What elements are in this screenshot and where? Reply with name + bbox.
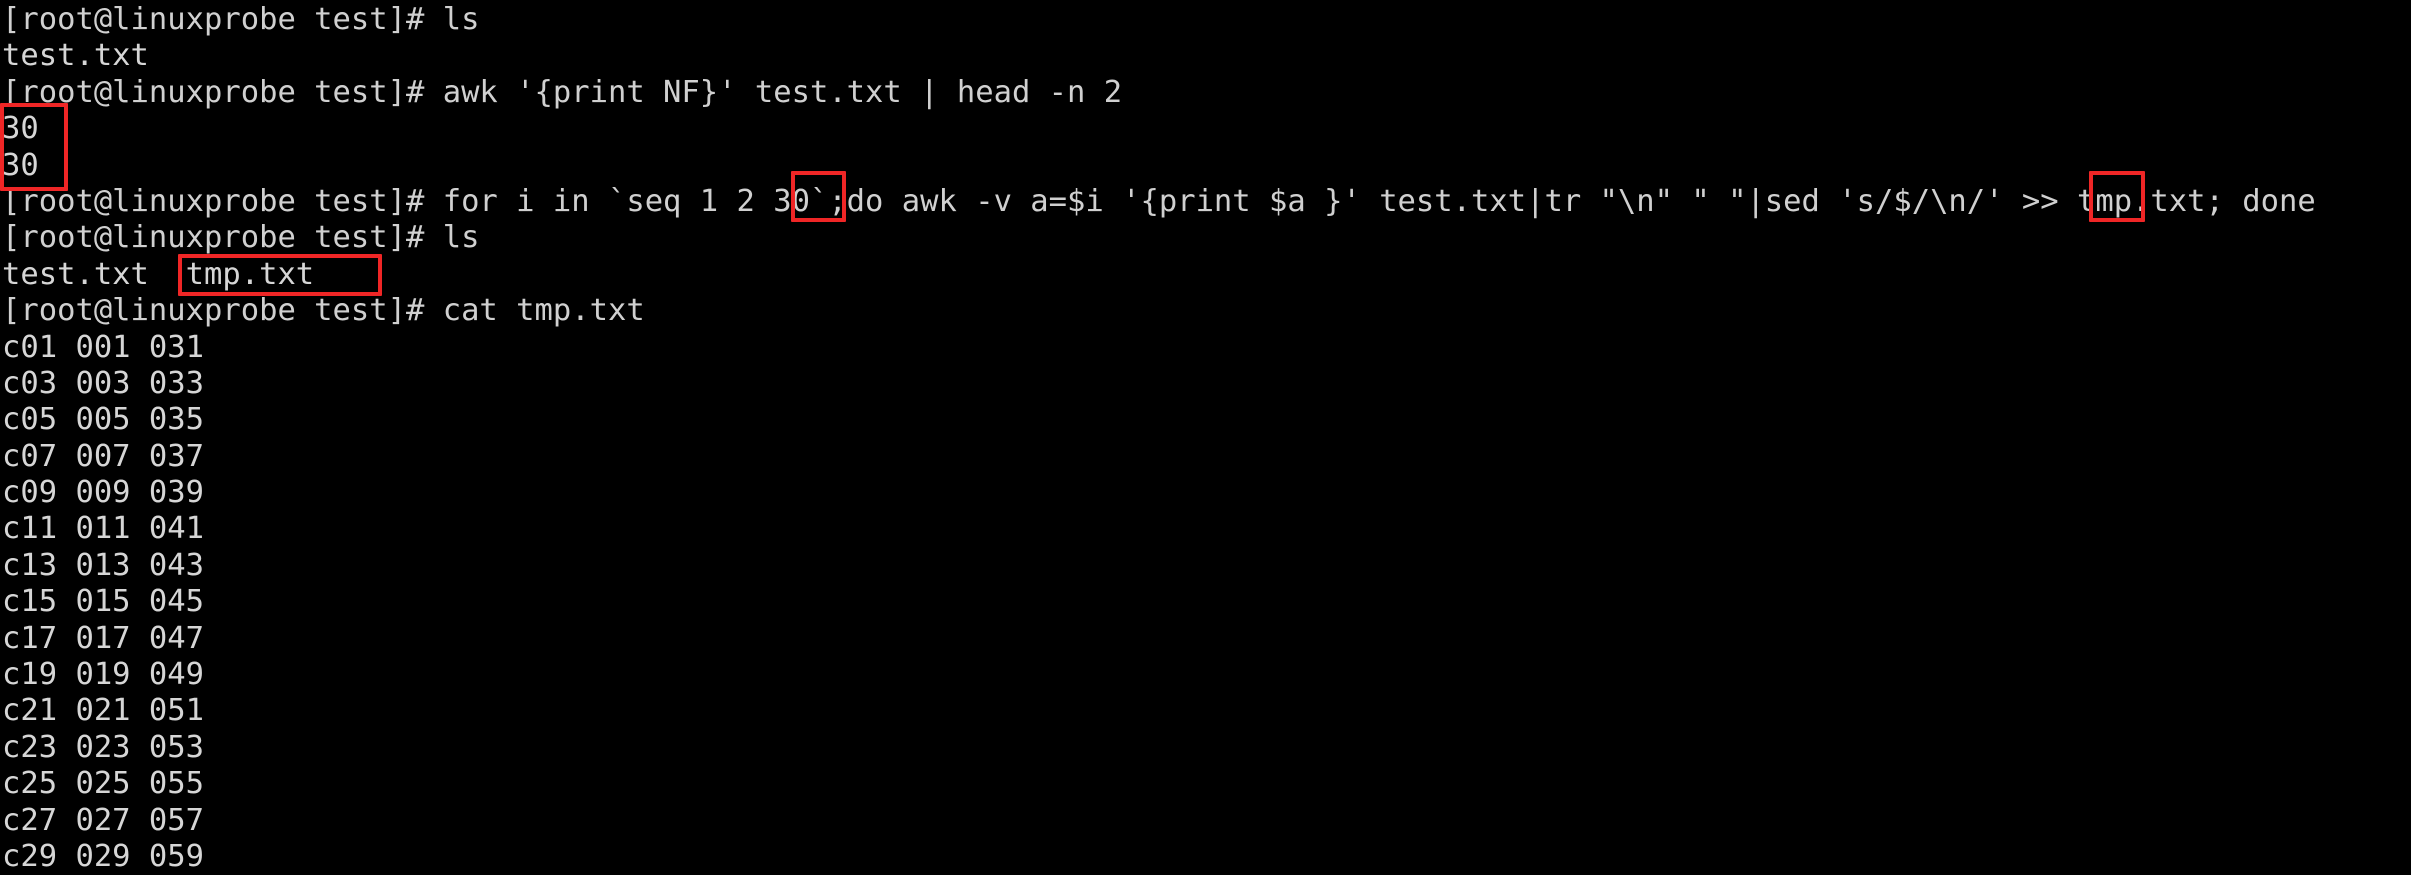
terminal-output-line: c03 003 033 <box>2 365 204 401</box>
terminal-output-line: 30 <box>2 111 39 147</box>
terminal-output-line: c07 007 037 <box>2 438 204 474</box>
terminal-output-line: test.txt tmp.txt <box>2 256 315 292</box>
terminal-prompt-line: [root@linuxprobe test]# ls <box>2 220 480 256</box>
terminal-output-line: c29 029 059 <box>2 838 204 874</box>
terminal-output-line: test.txt <box>2 38 149 74</box>
terminal-output-line: c21 021 051 <box>2 693 204 729</box>
terminal-output-line: c11 011 041 <box>2 511 204 547</box>
terminal-screen[interactable]: [root@linuxprobe test]# ls test.txt [root@… <box>0 0 2411 874</box>
terminal-output-line: c05 005 035 <box>2 402 204 438</box>
terminal-prompt-line: [root@linuxprobe test]# for i in `seq 1 … <box>2 183 2316 219</box>
terminal-output-line: c27 027 057 <box>2 802 204 838</box>
terminal-output-line: c01 001 031 <box>2 329 204 365</box>
terminal-prompt-line: [root@linuxprobe test]# cat tmp.txt <box>2 293 645 329</box>
terminal-output-line: c15 015 045 <box>2 584 204 620</box>
terminal-prompt-line: [root@linuxprobe test]# awk '{print NF}'… <box>2 74 1123 110</box>
terminal-output-line: c25 025 055 <box>2 766 204 802</box>
terminal-output-line: c19 019 049 <box>2 657 204 693</box>
terminal-output-line: c09 009 039 <box>2 475 204 511</box>
terminal-window[interactable]: [root@linuxprobe test]# ls test.txt [root@… <box>0 0 2411 874</box>
terminal-output-line: c23 023 053 <box>2 729 204 765</box>
terminal-output-line: c13 013 043 <box>2 547 204 583</box>
terminal-output-line: c17 017 047 <box>2 620 204 656</box>
terminal-prompt-line: [root@linuxprobe test]# ls <box>2 2 480 37</box>
terminal-output-line: 30 <box>2 147 39 183</box>
